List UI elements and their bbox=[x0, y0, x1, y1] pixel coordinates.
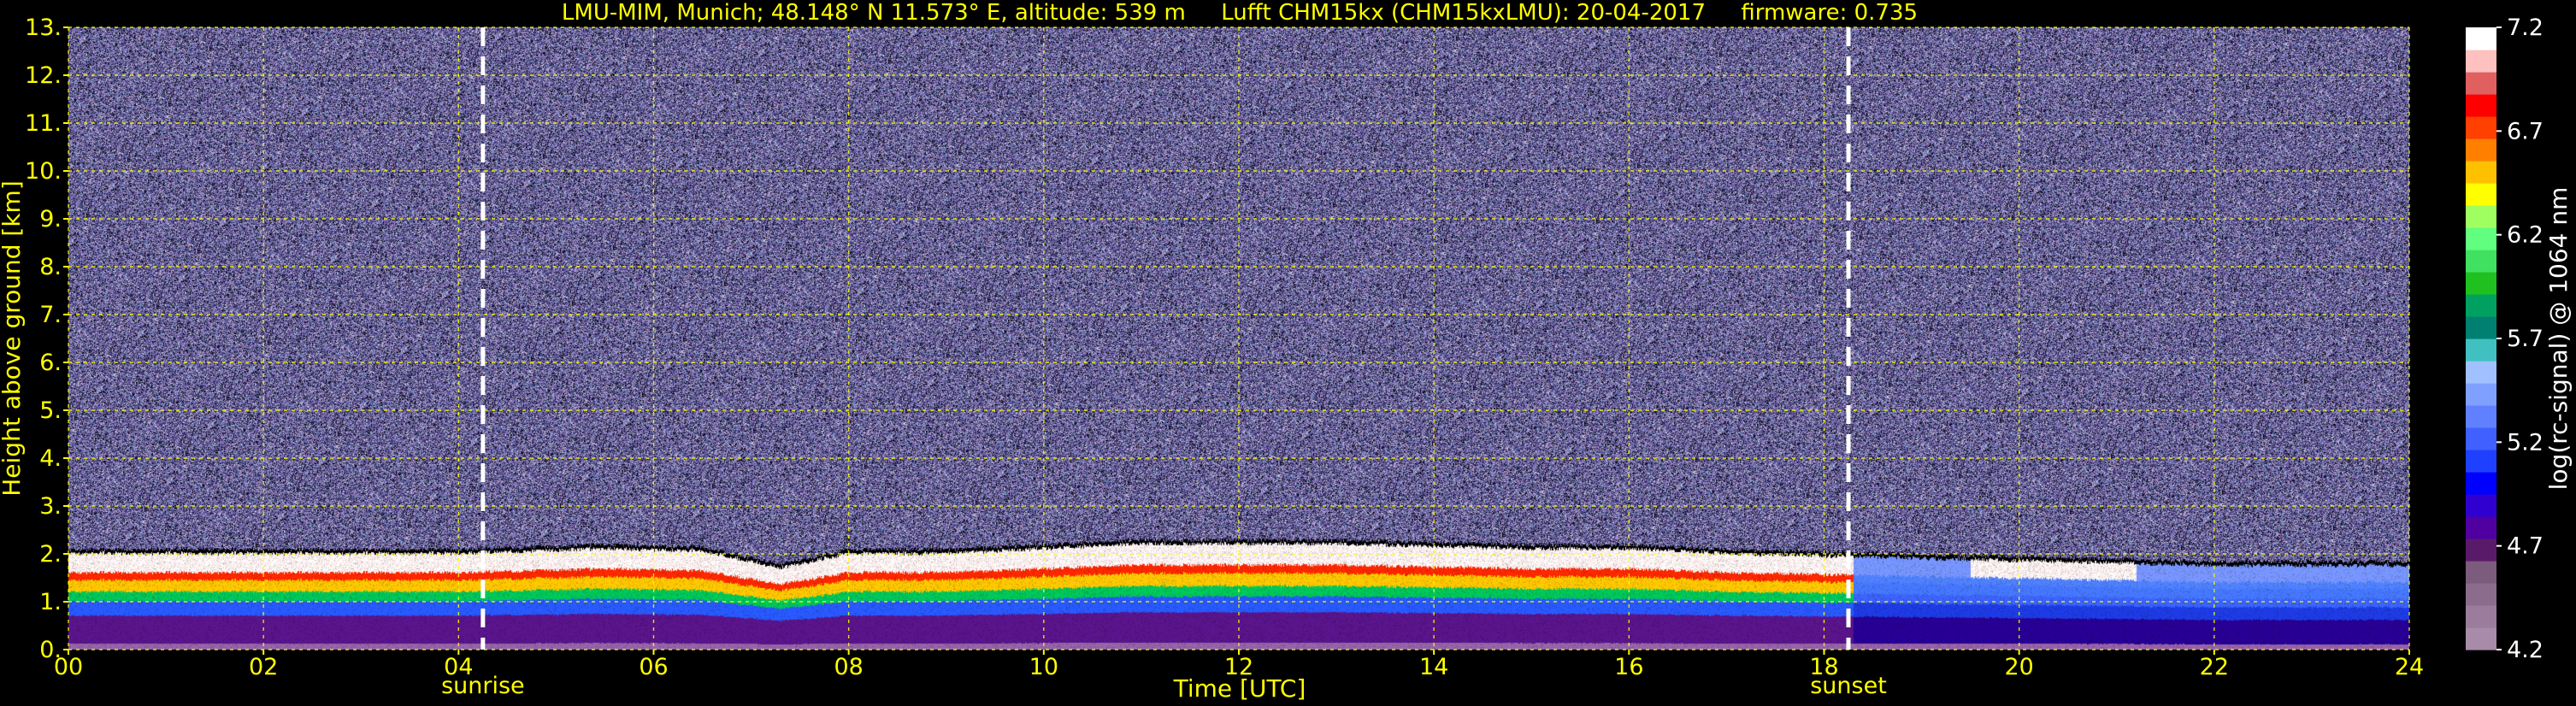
colorbar-segment bbox=[2466, 294, 2496, 317]
y-tick-label: 2. bbox=[39, 541, 62, 568]
colorbar-tick-label: 4.7 bbox=[2507, 533, 2544, 560]
colorbar-tick-label: 6.7 bbox=[2507, 118, 2544, 144]
colorbar-tick-label: 5.7 bbox=[2507, 326, 2544, 352]
chart-title: LMU-MIM, Munich; 48.148° N 11.573° E, al… bbox=[562, 0, 1918, 26]
y-tick-label: 13. bbox=[25, 15, 62, 41]
colorbar-segment bbox=[2466, 227, 2496, 250]
colorbar-segment bbox=[2466, 50, 2496, 73]
y-tick-label: 10. bbox=[25, 158, 62, 185]
x-tick-label: 06 bbox=[639, 654, 668, 680]
colorbar-segment bbox=[2466, 605, 2496, 628]
colorbar-segment bbox=[2466, 316, 2496, 339]
y-tick-label: 5. bbox=[39, 397, 62, 424]
y-tick-label: 8. bbox=[39, 254, 62, 280]
colorbar-segment bbox=[2466, 583, 2496, 606]
colorbar-segment bbox=[2466, 72, 2496, 95]
x-tick-label: 14 bbox=[1419, 654, 1448, 680]
colorbar-segment bbox=[2466, 383, 2496, 406]
grid-lines bbox=[68, 26, 2410, 650]
colorbar-segment bbox=[2466, 116, 2496, 139]
colorbar-segment bbox=[2466, 338, 2496, 362]
x-tick-label: 10 bbox=[1029, 654, 1058, 680]
y-axis-ticks: 0.1.2.3.4.5.6.7.8.9.10.11.12.13. bbox=[25, 15, 68, 663]
colorbar-segment bbox=[2466, 472, 2496, 495]
colorbar-tick-label: 5.2 bbox=[2507, 429, 2544, 456]
x-tick-label: 08 bbox=[834, 654, 863, 680]
colorbar-segment bbox=[2466, 205, 2496, 228]
colorbar-segment bbox=[2466, 516, 2496, 539]
colorbar-segment bbox=[2466, 494, 2496, 517]
x-tick-label: 16 bbox=[1614, 654, 1643, 680]
x-tick-label: 04 bbox=[444, 654, 473, 680]
colorbar-ticks: 7.2 6.7 6.2 5.7 5.2 4.7 4.2 bbox=[2496, 15, 2544, 663]
colorbar-segment bbox=[2466, 272, 2496, 295]
colorbar-tick-label: 4.2 bbox=[2507, 637, 2544, 663]
y-axis-label: Height above ground [km] bbox=[0, 180, 26, 497]
colorbar-segment bbox=[2466, 627, 2496, 650]
y-tick-label: 12. bbox=[25, 62, 62, 89]
colorbar-segment bbox=[2466, 250, 2496, 273]
y-tick-label: 6. bbox=[39, 350, 62, 376]
x-tick-label: 22 bbox=[2200, 654, 2229, 680]
colorbar-label: log(rc-signal) @ 1064 nm bbox=[2544, 187, 2573, 491]
y-tick-label: 3. bbox=[39, 493, 62, 520]
colorbar-segment bbox=[2466, 561, 2496, 584]
colorbar-segment bbox=[2466, 161, 2496, 184]
y-tick-label: 9. bbox=[39, 206, 62, 232]
x-axis-label: Time [UTC] bbox=[1173, 674, 1306, 703]
y-tick-label: 7. bbox=[39, 302, 62, 328]
colorbar-segment bbox=[2466, 450, 2496, 473]
colorbar-segment bbox=[2466, 427, 2496, 450]
colorbar-segment bbox=[2466, 361, 2496, 384]
x-tick-label: 00 bbox=[54, 654, 83, 680]
ceilometer-figure: LMU-MIM, Munich; 48.148° N 11.573° E, al… bbox=[0, 0, 2576, 706]
colorbar-segment bbox=[2466, 405, 2496, 428]
x-tick-label: 02 bbox=[249, 654, 278, 680]
colorbar-segment bbox=[2466, 538, 2496, 562]
x-tick-label: 18 bbox=[1809, 654, 1838, 680]
colorbar-segment bbox=[2466, 27, 2496, 50]
colorbar bbox=[2466, 27, 2496, 650]
x-tick-label: 20 bbox=[2004, 654, 2033, 680]
y-tick-label: 11. bbox=[25, 110, 62, 137]
chart-overlay: LMU-MIM, Munich; 48.148° N 11.573° E, al… bbox=[0, 0, 2573, 703]
y-tick-label: 1. bbox=[39, 589, 62, 615]
colorbar-segment bbox=[2466, 94, 2496, 117]
colorbar-tick-label: 6.2 bbox=[2507, 222, 2544, 249]
colorbar-segment bbox=[2466, 138, 2496, 162]
x-tick-label: 24 bbox=[2395, 654, 2424, 680]
event-lines: sunrise sunset bbox=[441, 27, 1887, 699]
colorbar-tick-label: 7.2 bbox=[2507, 15, 2544, 41]
colorbar-segment bbox=[2466, 183, 2496, 206]
y-tick-label: 4. bbox=[39, 445, 62, 472]
